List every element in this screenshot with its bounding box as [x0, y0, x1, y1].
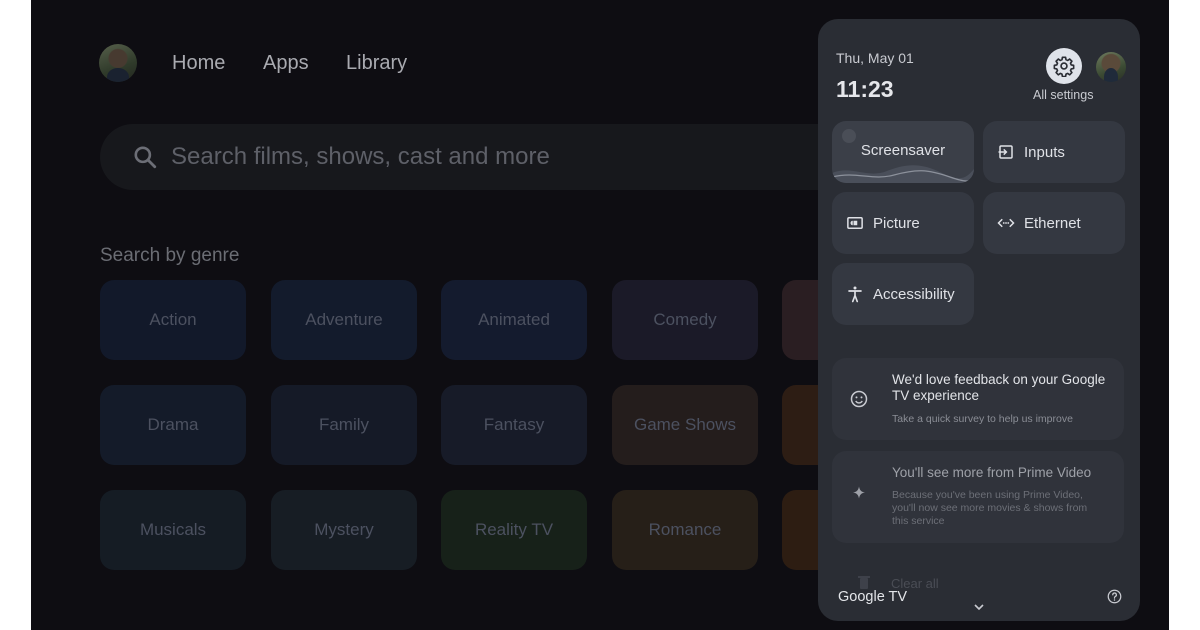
picture-tile[interactable]: Picture: [832, 192, 974, 254]
google-tv-brand: Google TV: [838, 589, 908, 605]
smiley-icon: [846, 386, 872, 412]
genre-tile[interactable]: Reality TV: [441, 490, 587, 570]
nav-library[interactable]: Library: [346, 52, 407, 75]
ethernet-tile[interactable]: Ethernet: [983, 192, 1125, 254]
input-icon: [997, 143, 1015, 161]
genre-tile[interactable]: Comedy: [612, 280, 758, 360]
search-icon: [134, 146, 157, 169]
accessibility-icon: [846, 285, 864, 303]
genre-heading: Search by genre: [100, 245, 240, 266]
genre-tile[interactable]: Animated: [441, 280, 587, 360]
account-avatar[interactable]: [1096, 52, 1126, 82]
screensaver-label: Screensaver: [860, 141, 946, 159]
sparkle-icon: [846, 481, 872, 507]
inputs-label: Inputs: [1024, 143, 1065, 161]
search-placeholder: Search films, shows, cast and more: [171, 143, 550, 170]
genre-tile[interactable]: Family: [271, 385, 417, 465]
genre-tile[interactable]: Game Shows: [612, 385, 758, 465]
search-bar[interactable]: Search films, shows, cast and more: [100, 124, 900, 190]
prime-video-card[interactable]: You'll see more from Prime Video Because…: [832, 451, 1124, 543]
all-settings-label: All settings: [1033, 88, 1094, 102]
feedback-card[interactable]: We'd love feedback on your Google TV exp…: [832, 358, 1124, 440]
time-label: 11:23: [836, 76, 894, 102]
prime-subtitle: Because you've been using Prime Video, y…: [892, 489, 1088, 527]
chevron-down-icon[interactable]: [974, 603, 984, 611]
genre-tile[interactable]: Action: [100, 280, 246, 360]
feedback-title: We'd love feedback on your Google TV exp…: [892, 372, 1106, 403]
tv-screen: Home Apps Library Search films, shows, c…: [31, 0, 1169, 630]
all-settings-button[interactable]: [1046, 48, 1082, 84]
help-icon[interactable]: [1107, 589, 1122, 604]
gear-icon: [1053, 56, 1075, 77]
screensaver-tile[interactable]: Screensaver: [832, 121, 974, 183]
genre-tile[interactable]: Drama: [100, 385, 246, 465]
inputs-tile[interactable]: Inputs: [983, 121, 1125, 183]
ethernet-icon: [997, 214, 1015, 232]
profile-avatar[interactable]: [99, 44, 137, 82]
nav-home[interactable]: Home: [172, 52, 225, 75]
genre-tile[interactable]: Romance: [612, 490, 758, 570]
quick-settings-panel: Thu, May 01 11:23 All settings Screensav…: [818, 19, 1140, 621]
feedback-subtitle: Take a quick survey to help us improve: [892, 413, 1073, 425]
picture-icon: [846, 214, 864, 232]
nav-apps[interactable]: Apps: [263, 52, 309, 75]
prime-title: You'll see more from Prime Video: [892, 465, 1092, 480]
genre-tile[interactable]: Mystery: [271, 490, 417, 570]
trash-icon: [858, 576, 870, 589]
genre-tile[interactable]: Musicals: [100, 490, 246, 570]
accessibility-tile[interactable]: Accessibility: [832, 263, 974, 325]
picture-label: Picture: [873, 214, 920, 232]
genre-tile[interactable]: Adventure: [271, 280, 417, 360]
accessibility-label: Accessibility: [873, 285, 955, 303]
genre-tile[interactable]: Fantasy: [441, 385, 587, 465]
date-label: Thu, May 01: [836, 50, 914, 66]
ethernet-label: Ethernet: [1024, 214, 1081, 232]
